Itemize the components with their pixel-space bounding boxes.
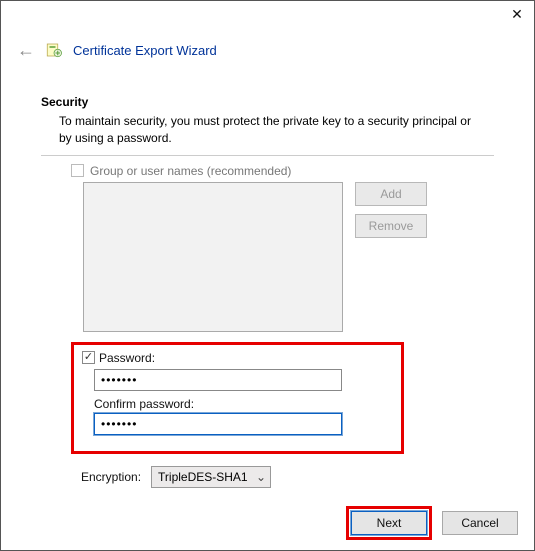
titlebar: ✕ (1, 1, 534, 33)
group-checkbox-label: Group or user names (recommended) (90, 164, 291, 178)
group-checkbox-row: Group or user names (recommended) (41, 164, 494, 178)
close-icon[interactable]: ✕ (508, 5, 526, 23)
wizard-title: Certificate Export Wizard (73, 43, 217, 58)
password-section-highlight: ✓ Password: Confirm password: (71, 342, 404, 454)
confirm-password-label: Confirm password: (82, 397, 393, 411)
encryption-dropdown[interactable]: TripleDES-SHA1 ⌄ (151, 466, 271, 488)
password-checkbox[interactable]: ✓ (82, 351, 95, 364)
encryption-label: Encryption: (81, 470, 141, 484)
footer-buttons: Next Cancel (346, 506, 518, 540)
content-area: Security To maintain security, you must … (1, 75, 534, 488)
next-button[interactable]: Next (351, 511, 427, 535)
remove-button: Remove (355, 214, 427, 238)
confirm-password-field[interactable] (94, 413, 342, 435)
checkmark-icon: ✓ (84, 352, 93, 363)
section-description: To maintain security, you must protect t… (41, 113, 494, 147)
header: ← Certificate Export Wizard (1, 33, 534, 75)
encryption-row: Encryption: TripleDES-SHA1 ⌄ (41, 466, 494, 488)
group-buttons: Add Remove (355, 182, 427, 238)
encryption-selected-value: TripleDES-SHA1 (158, 470, 248, 484)
password-label: Password: (99, 351, 155, 365)
cancel-button[interactable]: Cancel (442, 511, 518, 535)
separator (41, 155, 494, 156)
add-button: Add (355, 182, 427, 206)
group-listbox (83, 182, 343, 332)
password-field[interactable] (94, 369, 342, 391)
password-checkbox-row: ✓ Password: (82, 351, 393, 365)
group-checkbox[interactable] (71, 164, 84, 177)
certificate-wizard-icon (45, 41, 63, 59)
back-arrow-icon: ← (17, 41, 35, 59)
group-area: Add Remove (41, 182, 494, 332)
chevron-down-icon: ⌄ (252, 470, 270, 484)
section-heading: Security (41, 95, 494, 109)
next-button-highlight: Next (346, 506, 432, 540)
